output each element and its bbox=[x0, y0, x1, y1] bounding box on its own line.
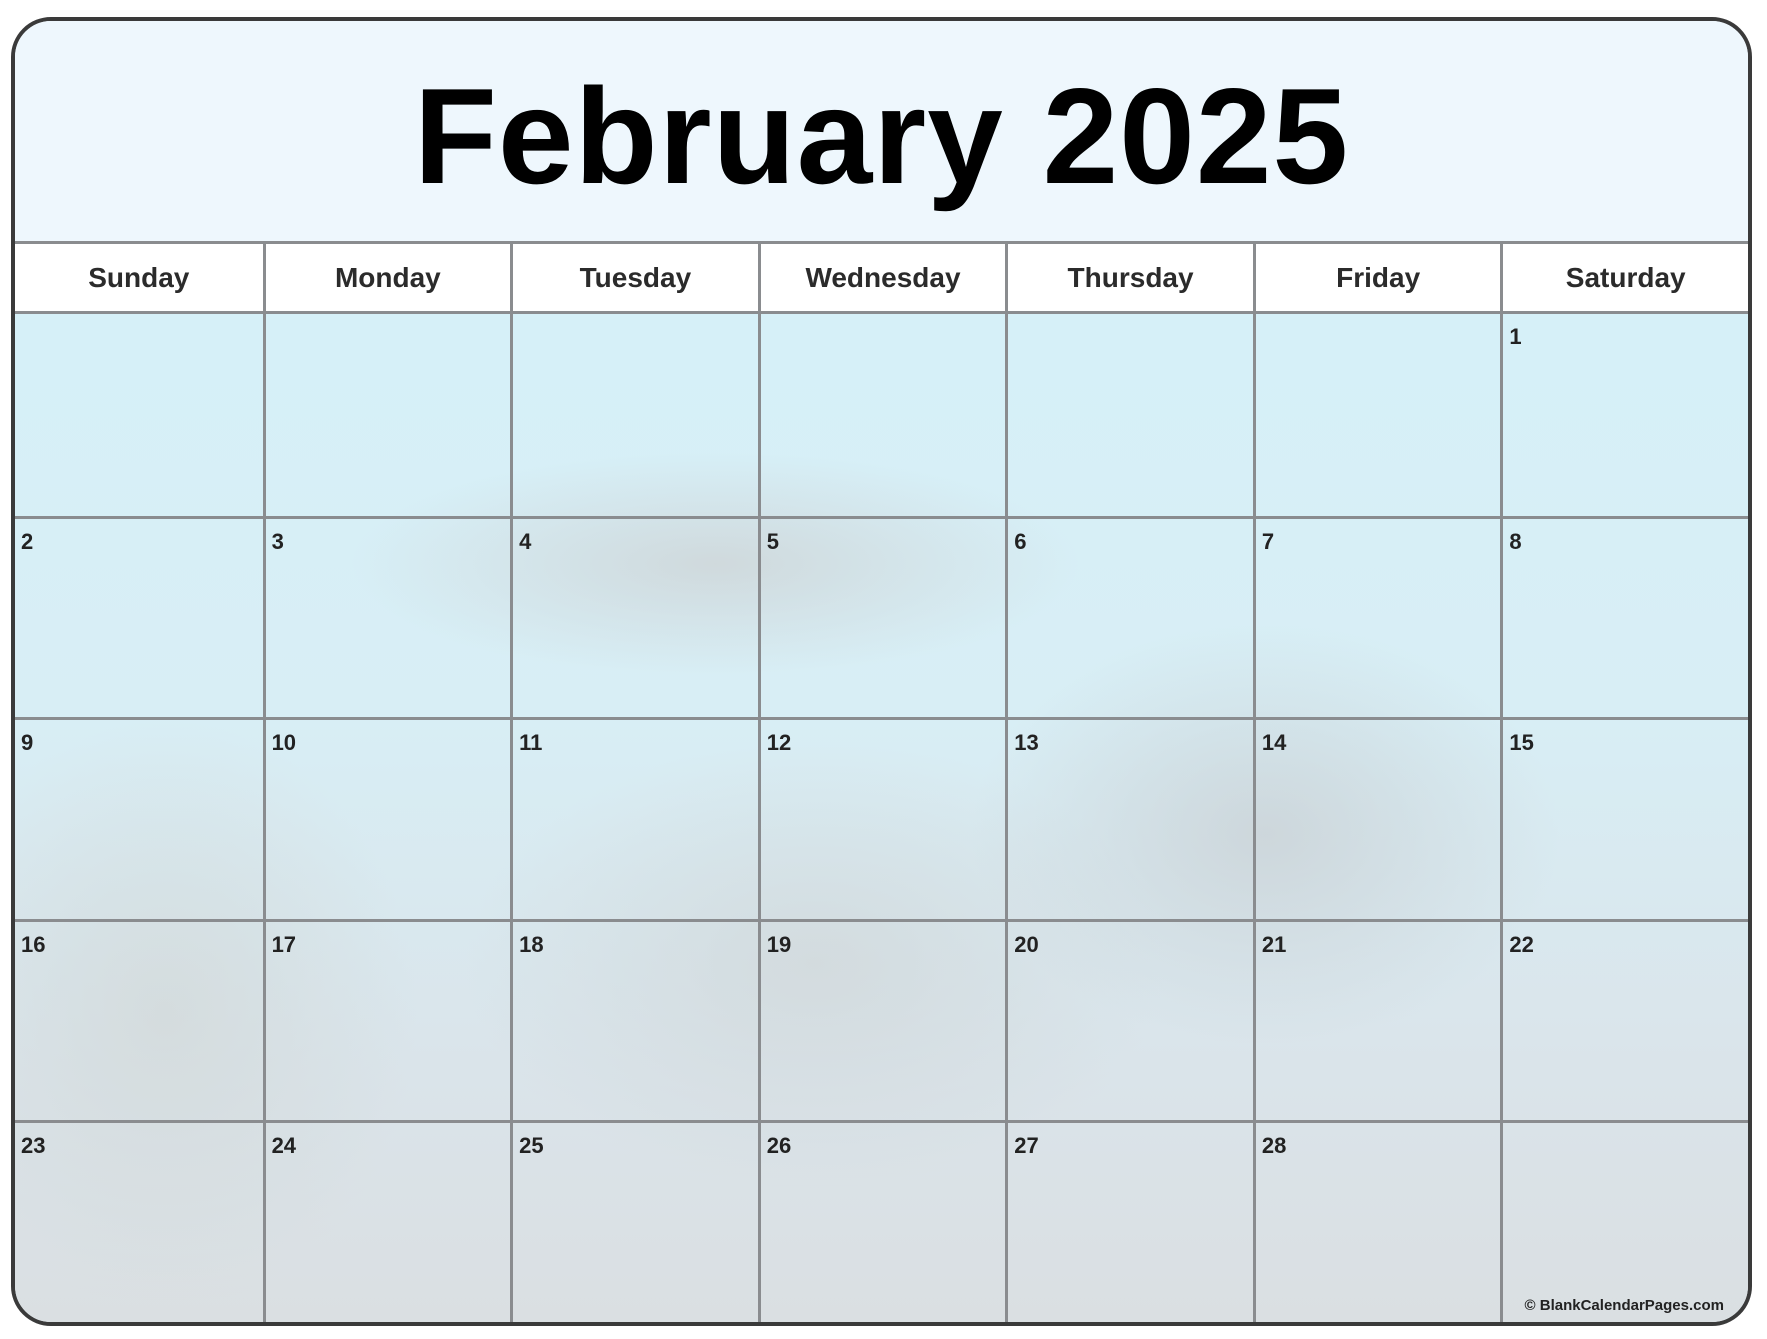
day-cell[interactable]: 6 bbox=[1005, 515, 1253, 718]
day-number: 6 bbox=[1014, 528, 1027, 554]
day-number: 9 bbox=[21, 730, 34, 756]
empty-day-cell[interactable] bbox=[757, 314, 1006, 516]
day-number: 3 bbox=[271, 528, 284, 554]
day-cell[interactable]: 17 bbox=[262, 918, 511, 1121]
day-cell[interactable]: 21 bbox=[1252, 918, 1501, 1121]
calendar-grid: 1 2 3 4 5 6 7 8 9 10 11 12 13 14 15 16 17 18 19 20 21 22 23 24 2… bbox=[15, 314, 1748, 1322]
calendar-title: February 2025 bbox=[413, 60, 1350, 212]
day-cell[interactable]: 12 bbox=[757, 717, 1006, 919]
day-cell[interactable]: 26 bbox=[757, 1120, 1006, 1322]
day-cell[interactable]: 18 bbox=[510, 918, 758, 1121]
day-number: 4 bbox=[519, 528, 532, 554]
day-number: 24 bbox=[271, 1133, 297, 1159]
day-cell[interactable]: 28 bbox=[1252, 1120, 1501, 1322]
day-cell[interactable]: 8 bbox=[1500, 515, 1748, 718]
day-cell[interactable]: 2 bbox=[15, 515, 263, 718]
calendar-frame: February 2025 Sunday Monday Tuesday Wedn… bbox=[11, 17, 1752, 1326]
day-cell[interactable]: 27 bbox=[1005, 1120, 1253, 1322]
day-number: 28 bbox=[1261, 1133, 1287, 1159]
day-number: 19 bbox=[766, 931, 792, 957]
day-cell[interactable]: 19 bbox=[757, 918, 1006, 1121]
day-number: 26 bbox=[766, 1133, 792, 1159]
day-cell[interactable]: 1 bbox=[1500, 314, 1748, 516]
day-cell[interactable]: 7 bbox=[1252, 515, 1501, 718]
empty-day-cell[interactable] bbox=[1252, 314, 1501, 516]
day-number: 20 bbox=[1014, 931, 1039, 957]
day-number: 22 bbox=[1509, 931, 1534, 957]
day-cell[interactable]: 23 bbox=[15, 1120, 263, 1322]
weekday-thursday: Thursday bbox=[1005, 244, 1253, 311]
day-number: 16 bbox=[21, 931, 46, 957]
day-cell[interactable]: 25 bbox=[510, 1120, 758, 1322]
day-cell[interactable]: 22 bbox=[1500, 918, 1748, 1121]
weekday-header-row: Sunday Monday Tuesday Wednesday Thursday… bbox=[15, 241, 1748, 314]
day-number: 11 bbox=[519, 730, 543, 756]
day-number: 8 bbox=[1509, 528, 1522, 554]
day-number: 17 bbox=[271, 931, 297, 957]
empty-day-cell[interactable] bbox=[1500, 1120, 1748, 1322]
day-number: 14 bbox=[1261, 730, 1287, 756]
day-number: 18 bbox=[519, 931, 544, 957]
day-number: 10 bbox=[271, 730, 297, 756]
day-cell[interactable]: 3 bbox=[262, 515, 511, 718]
day-cell[interactable]: 13 bbox=[1005, 717, 1253, 919]
day-number: 15 bbox=[1509, 730, 1534, 756]
weekday-friday: Friday bbox=[1252, 244, 1501, 311]
weekday-saturday: Saturday bbox=[1500, 244, 1748, 311]
day-cell[interactable]: 20 bbox=[1005, 918, 1253, 1121]
title-band: February 2025 bbox=[15, 21, 1748, 241]
weekday-wednesday: Wednesday bbox=[757, 244, 1006, 311]
day-number: 2 bbox=[21, 528, 34, 554]
empty-day-cell[interactable] bbox=[1005, 314, 1253, 516]
day-cell[interactable]: 10 bbox=[262, 717, 511, 919]
day-cell[interactable]: 5 bbox=[757, 515, 1006, 718]
day-number: 23 bbox=[21, 1133, 46, 1159]
empty-day-cell[interactable] bbox=[15, 314, 263, 516]
day-number: 1 bbox=[1509, 324, 1522, 349]
day-number: 27 bbox=[1014, 1133, 1039, 1159]
day-number: 7 bbox=[1261, 528, 1275, 554]
day-cell[interactable]: 4 bbox=[510, 515, 758, 718]
day-number: 5 bbox=[766, 528, 779, 554]
weekday-tuesday: Tuesday bbox=[510, 244, 758, 311]
copyright-notice: © BlankCalendarPages.com bbox=[1524, 1297, 1724, 1314]
day-cell[interactable]: 9 bbox=[15, 717, 263, 919]
day-number: 12 bbox=[766, 730, 792, 756]
day-cell[interactable]: 24 bbox=[262, 1120, 511, 1322]
day-number: 21 bbox=[1261, 931, 1287, 957]
day-cell[interactable]: 16 bbox=[15, 918, 263, 1121]
day-number: 25 bbox=[519, 1133, 544, 1159]
empty-day-cell[interactable] bbox=[262, 314, 511, 516]
day-cell[interactable]: 14 bbox=[1252, 717, 1501, 919]
day-cell[interactable]: 11 bbox=[510, 717, 758, 919]
weekday-sunday: Sunday bbox=[88, 261, 190, 293]
empty-day-cell[interactable] bbox=[510, 314, 758, 516]
weekday-monday: Monday bbox=[262, 244, 511, 311]
day-cell[interactable]: 15 bbox=[1500, 717, 1748, 919]
day-number: 13 bbox=[1014, 730, 1039, 756]
